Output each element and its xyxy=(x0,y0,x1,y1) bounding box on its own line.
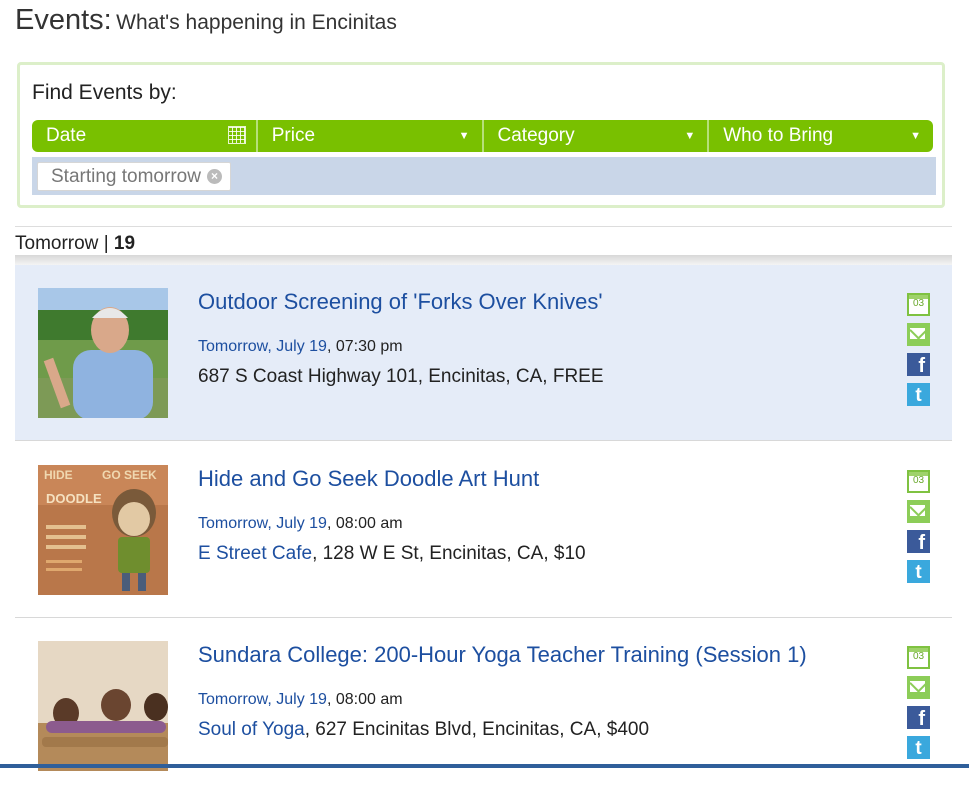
chip-label: Starting tomorrow xyxy=(51,166,201,187)
filter-bar: Date Price ▼ Category ▼ Who to Bring ▼ xyxy=(32,120,933,152)
day-separator: | xyxy=(103,233,109,254)
add-to-calendar-icon[interactable]: 03 xyxy=(907,293,930,316)
bottom-border xyxy=(0,764,969,768)
event-actions: 03 f t xyxy=(907,293,931,413)
event-location: Soul of Yoga, 627 Encinitas Blvd, Encini… xyxy=(198,719,649,741)
filter-category[interactable]: Category ▼ xyxy=(481,120,708,152)
event-title-link[interactable]: Outdoor Screening of 'Forks Over Knives' xyxy=(198,289,603,315)
facebook-icon[interactable]: f xyxy=(907,706,930,730)
event-thumbnail[interactable] xyxy=(38,288,168,418)
svg-text:GO SEEK: GO SEEK xyxy=(102,468,157,482)
day-label: Tomorrow xyxy=(15,233,99,254)
email-icon[interactable] xyxy=(907,676,930,699)
event-time: , 08:00 am xyxy=(326,691,403,708)
email-icon[interactable] xyxy=(907,323,930,346)
event-title-link[interactable]: Sundara College: 200-Hour Yoga Teacher T… xyxy=(198,642,807,668)
day-number: 19 xyxy=(113,233,136,254)
event-thumbnail[interactable] xyxy=(38,641,168,771)
facebook-icon[interactable]: f xyxy=(907,353,930,377)
event-time: , 08:00 am xyxy=(326,515,403,532)
event-time: , 07:30 pm xyxy=(326,338,403,355)
twitter-icon[interactable]: t xyxy=(907,383,930,406)
add-to-calendar-icon[interactable]: 03 xyxy=(907,470,930,493)
twitter-icon[interactable]: t xyxy=(907,560,930,583)
event-datetime: Tomorrow, July 19, 08:00 am xyxy=(198,691,403,709)
event-datetime: Tomorrow, July 19, 08:00 am xyxy=(198,515,403,533)
facebook-icon[interactable]: f xyxy=(907,530,930,554)
event-location: E Street Cafe, 128 W E St, Encinitas, CA… xyxy=(198,543,586,565)
svg-text:HIDE: HIDE xyxy=(44,468,73,482)
event-item: Outdoor Screening of 'Forks Over Knives'… xyxy=(15,265,952,441)
event-actions: 03 f t xyxy=(907,646,931,766)
caret-down-icon: ▼ xyxy=(684,130,696,142)
divider xyxy=(15,255,952,265)
finder-label: Find Events by: xyxy=(32,81,177,104)
event-datetime: Tomorrow, July 19, 07:30 pm xyxy=(198,338,403,356)
event-location: 687 S Coast Highway 101, Encinitas, CA, … xyxy=(198,366,604,388)
event-date-link[interactable]: Tomorrow, July 19 xyxy=(198,515,327,532)
event-date-link[interactable]: Tomorrow, July 19 xyxy=(198,338,327,355)
filter-date-label: Date xyxy=(46,125,87,146)
twitter-icon[interactable]: t xyxy=(907,736,930,759)
event-address: , 627 Encinitas Blvd, Encinitas, CA, $40… xyxy=(304,719,650,740)
caret-down-icon: ▼ xyxy=(910,130,921,142)
svg-text:DOODLE: DOODLE xyxy=(46,491,102,506)
event-venue-link[interactable]: E Street Cafe xyxy=(198,543,312,564)
remove-filter-icon[interactable]: × xyxy=(206,169,222,184)
event-thumbnail[interactable]: HIDE GO SEEK DOODLE xyxy=(38,465,168,595)
filter-who-to-bring[interactable]: Who to Bring ▼ xyxy=(707,120,933,152)
page-subtitle: What's happening in Encinitas xyxy=(116,11,397,34)
filter-date[interactable]: Date xyxy=(32,120,256,152)
event-date-link[interactable]: Tomorrow, July 19 xyxy=(198,691,327,708)
event-finder-panel: Find Events by: Date Price ▼ Category ▼ … xyxy=(17,62,945,208)
event-venue-link[interactable]: Soul of Yoga xyxy=(198,719,305,740)
event-item: HIDE GO SEEK DOODLE Hide and Go Seek Doo… xyxy=(15,442,952,618)
calendar-icon xyxy=(227,126,246,144)
filter-price[interactable]: Price ▼ xyxy=(255,120,482,152)
event-address: 687 S Coast Highway 101, Encinitas, CA, … xyxy=(198,366,604,387)
filter-who-label: Who to Bring xyxy=(723,125,834,146)
event-address: , 128 W E St, Encinitas, CA, $10 xyxy=(312,543,586,564)
filter-category-label: Category xyxy=(497,125,575,146)
active-filter-chip[interactable]: Starting tomorrow × xyxy=(37,162,231,191)
email-icon[interactable] xyxy=(907,500,930,523)
active-filters-row: Starting tomorrow × xyxy=(32,157,936,195)
add-to-calendar-icon[interactable]: 03 xyxy=(907,646,930,669)
event-title-link[interactable]: Hide and Go Seek Doodle Art Hunt xyxy=(198,466,539,492)
event-actions: 03 f t xyxy=(907,470,931,590)
page-title-main: Events: xyxy=(15,4,112,36)
divider xyxy=(15,226,952,227)
page-title: Events: What's happening in Encinitas xyxy=(15,4,397,37)
caret-down-icon: ▼ xyxy=(458,130,470,142)
filter-price-label: Price xyxy=(271,125,316,146)
day-header: Tomorrow | 19 xyxy=(15,233,135,255)
